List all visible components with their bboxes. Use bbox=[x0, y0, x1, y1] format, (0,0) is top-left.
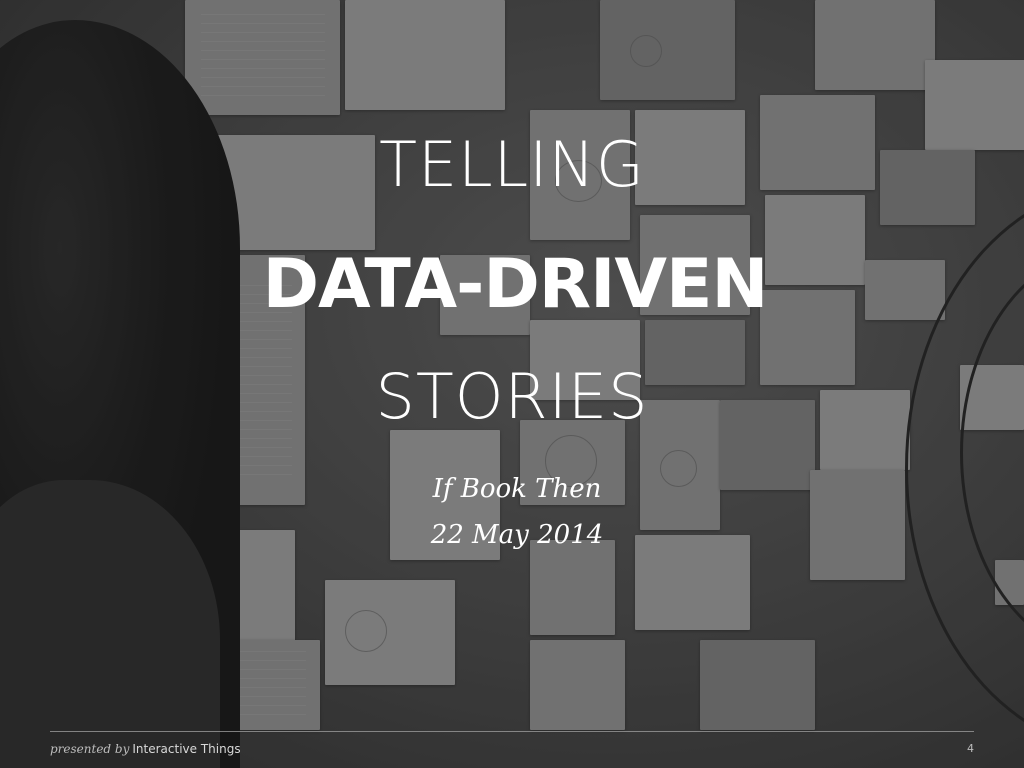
title-line-3: STORIES bbox=[375, 360, 649, 433]
footer-credit: presented by Interactive Things bbox=[50, 742, 241, 757]
event-date: 22 May 2014 bbox=[430, 520, 604, 550]
title-line-1: TELLING bbox=[379, 128, 645, 201]
slide: TELLING DATA-DRIVEN STORIES If Book Then… bbox=[0, 0, 1024, 768]
event-name: If Book Then bbox=[432, 474, 602, 504]
title-line-2: DATA-DRIVEN bbox=[262, 245, 769, 324]
presented-by-label: presented by bbox=[50, 742, 130, 756]
organization-name: Interactive Things bbox=[132, 742, 241, 756]
footer-divider bbox=[50, 731, 974, 732]
page-number: 4 bbox=[967, 742, 974, 755]
